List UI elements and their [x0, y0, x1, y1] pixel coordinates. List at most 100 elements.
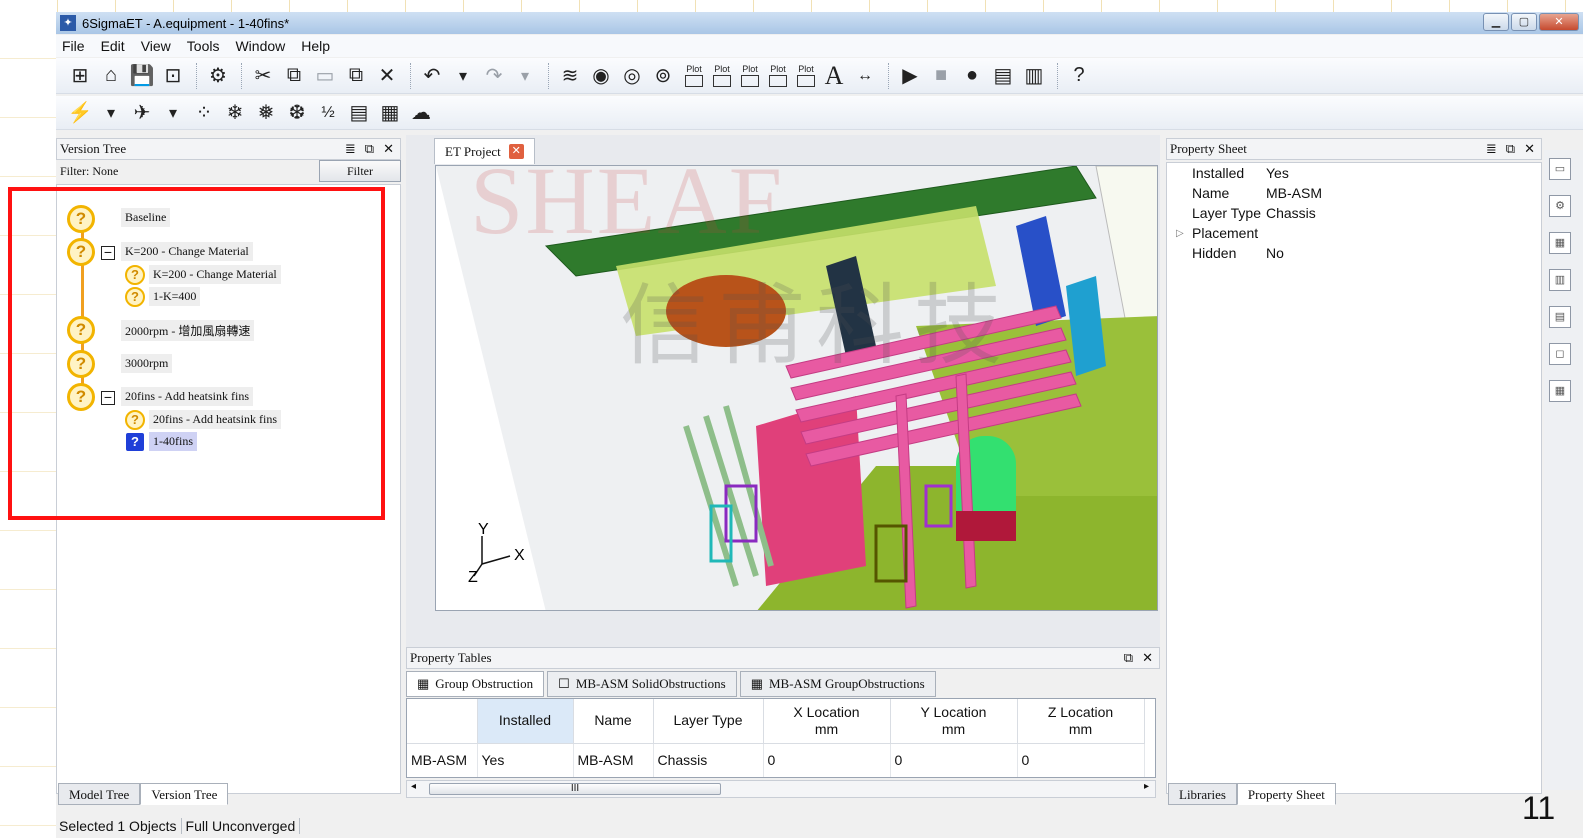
horizontal-scrollbar[interactable]: ◂ III ▸ — [406, 780, 1156, 798]
panel-float-icon[interactable]: ⧉ — [365, 141, 374, 157]
plot-button-2[interactable]: Plot — [708, 62, 736, 90]
property-row-installed[interactable]: Installed Yes — [1167, 165, 1543, 185]
film-play-icon[interactable]: ▥ — [1020, 62, 1048, 90]
menu-view[interactable]: View — [141, 38, 171, 54]
property-row-placement[interactable]: ▷ Placement — [1167, 225, 1543, 245]
scroll-thumb[interactable]: III — [429, 783, 721, 795]
tab-libraries[interactable]: Libraries — [1168, 783, 1237, 805]
tab-group-obstructions[interactable]: ▦ MB-ASM GroupObstructions — [739, 671, 936, 697]
folder-icon[interactable]: ▭ — [1549, 158, 1571, 180]
weather-icon[interactable]: ☁ — [407, 99, 435, 127]
filter-button[interactable]: Filter — [319, 160, 401, 182]
column-header-z-location[interactable]: Z Location mm — [1017, 699, 1145, 744]
property-value[interactable]: No — [1266, 245, 1284, 261]
panel-float-icon[interactable]: ⧉ — [1124, 650, 1133, 666]
table-icon[interactable]: ▥ — [1549, 269, 1571, 291]
expand-triangle-icon[interactable]: ▷ — [1176, 228, 1184, 239]
table-cell[interactable]: 0 — [763, 743, 891, 777]
maximize-button[interactable]: ▢ — [1511, 13, 1537, 31]
settings-icon[interactable]: ⚙ — [1549, 195, 1571, 217]
property-row-hidden[interactable]: Hidden No — [1167, 245, 1543, 265]
table-row[interactable]: MB-ASM Yes MB-ASM Chassis 0 0 0 — [407, 743, 1145, 777]
view-icon[interactable]: ◉ — [587, 62, 615, 90]
column-header-installed[interactable]: Installed — [477, 699, 574, 744]
redo-icon[interactable]: ↷ — [480, 62, 508, 90]
plot-button-1[interactable]: Plot — [680, 62, 708, 90]
property-value[interactable]: Yes — [1266, 165, 1289, 181]
view-eye-icon[interactable]: ⊚ — [649, 62, 677, 90]
context-help-icon[interactable]: ? — [1065, 62, 1093, 90]
paste-special-icon[interactable]: ⧉ — [342, 62, 370, 90]
redo-dropdown-icon[interactable]: ▾ — [511, 62, 539, 90]
snowflake-icon[interactable]: ❄ — [221, 99, 249, 127]
menu-help[interactable]: Help — [301, 38, 330, 54]
record-icon[interactable]: ● — [958, 62, 986, 90]
report-icon[interactable]: ▤ — [345, 99, 373, 127]
tab-version-tree[interactable]: Version Tree — [140, 783, 229, 805]
calendar-icon[interactable]: ▤ — [1549, 306, 1571, 328]
scroll-right-icon[interactable]: ▸ — [1144, 781, 1149, 792]
scroll-left-icon[interactable]: ◂ — [411, 781, 416, 792]
panel-close-icon[interactable]: ✕ — [1524, 141, 1535, 157]
tab-model-tree[interactable]: Model Tree — [58, 783, 141, 805]
tab-property-sheet[interactable]: Property Sheet — [1236, 783, 1336, 805]
panel-close-icon[interactable]: ✕ — [383, 141, 394, 157]
fraction-icon[interactable]: ½ — [314, 99, 342, 127]
column-header-layer-type[interactable]: Layer Type — [653, 699, 764, 744]
snowflake-outline-icon[interactable]: ❅ — [252, 99, 280, 127]
table-cell[interactable]: Yes — [477, 743, 574, 777]
solver-settings-icon[interactable]: ⚡ — [66, 99, 94, 127]
column-header-y-location[interactable]: Y Location mm — [890, 699, 1018, 744]
panel-float-icon[interactable]: ⧉ — [1506, 141, 1515, 157]
undo-icon[interactable]: ↶ — [418, 62, 446, 90]
table-cell[interactable]: 0 — [1017, 743, 1145, 777]
menu-window[interactable]: Window — [235, 38, 285, 54]
copy-icon[interactable]: ⧉ — [280, 62, 308, 90]
table-cell[interactable]: MB-ASM — [407, 743, 478, 777]
tab-group-obstruction[interactable]: ▦ Group Obstruction — [406, 671, 545, 697]
plot-button-4[interactable]: Plot — [764, 62, 792, 90]
grid-icon[interactable]: ⁘ — [190, 99, 218, 127]
menu-tools[interactable]: Tools — [187, 38, 220, 54]
panel-menu-icon[interactable]: ≣ — [345, 141, 356, 157]
hierarchy-icon[interactable]: ▦ — [1549, 380, 1571, 402]
airflow-icon[interactable]: ✈ — [128, 99, 156, 127]
film-icon[interactable]: ▤ — [989, 62, 1017, 90]
airflow-dropdown-icon[interactable]: ▾ — [159, 99, 187, 127]
text-tool-icon[interactable]: A — [820, 61, 848, 90]
property-value[interactable]: MB-ASM — [1266, 185, 1322, 201]
reports-icon[interactable]: ▦ — [376, 99, 404, 127]
property-row-name[interactable]: Name MB-ASM — [1167, 185, 1543, 205]
panel-close-icon[interactable]: ✕ — [1142, 650, 1153, 666]
layers-icon[interactable]: ≋ — [556, 62, 584, 90]
cut-icon[interactable]: ✂ — [249, 62, 277, 90]
measure-icon[interactable]: ↔ — [851, 62, 879, 90]
close-button[interactable]: ✕ — [1539, 13, 1579, 31]
panel-menu-icon[interactable]: ≣ — [1486, 141, 1497, 157]
undo-dropdown-icon[interactable]: ▾ — [449, 62, 477, 90]
property-row-layer-type[interactable]: Layer Type Chassis — [1167, 205, 1543, 225]
solver-dropdown-icon[interactable]: ▾ — [97, 99, 125, 127]
plot-button-5[interactable]: Plot — [792, 62, 820, 90]
open-icon[interactable]: ⌂ — [97, 62, 125, 90]
new-icon[interactable]: ⊞ — [66, 62, 94, 90]
paste-icon[interactable]: ▭ — [311, 62, 339, 90]
menu-file[interactable]: File — [62, 38, 85, 54]
table-cell[interactable]: MB-ASM — [573, 743, 654, 777]
table-cell[interactable]: 0 — [890, 743, 1018, 777]
stop-icon[interactable]: ■ — [927, 62, 955, 90]
snowflake-grid-icon[interactable]: ❆ — [283, 99, 311, 127]
hierarchy-icon[interactable]: ▦ — [1549, 232, 1571, 254]
library-icon[interactable]: ⚙ — [204, 62, 232, 90]
column-header-row-label[interactable] — [407, 699, 478, 744]
blank-page-icon[interactable]: ◻ — [1549, 343, 1571, 365]
table-cell[interactable]: Chassis — [653, 743, 764, 777]
save-icon[interactable]: 💾 — [128, 62, 156, 90]
menu-edit[interactable]: Edit — [101, 38, 125, 54]
save-as-icon[interactable]: ⊡ — [159, 62, 187, 90]
column-header-name[interactable]: Name — [573, 699, 654, 744]
property-value[interactable]: Chassis — [1266, 205, 1316, 221]
plot-button-3[interactable]: Plot — [736, 62, 764, 90]
play-icon[interactable]: ▶ — [896, 62, 924, 90]
tab-solid-obstructions[interactable]: ☐ MB-ASM SolidObstructions — [547, 671, 737, 697]
